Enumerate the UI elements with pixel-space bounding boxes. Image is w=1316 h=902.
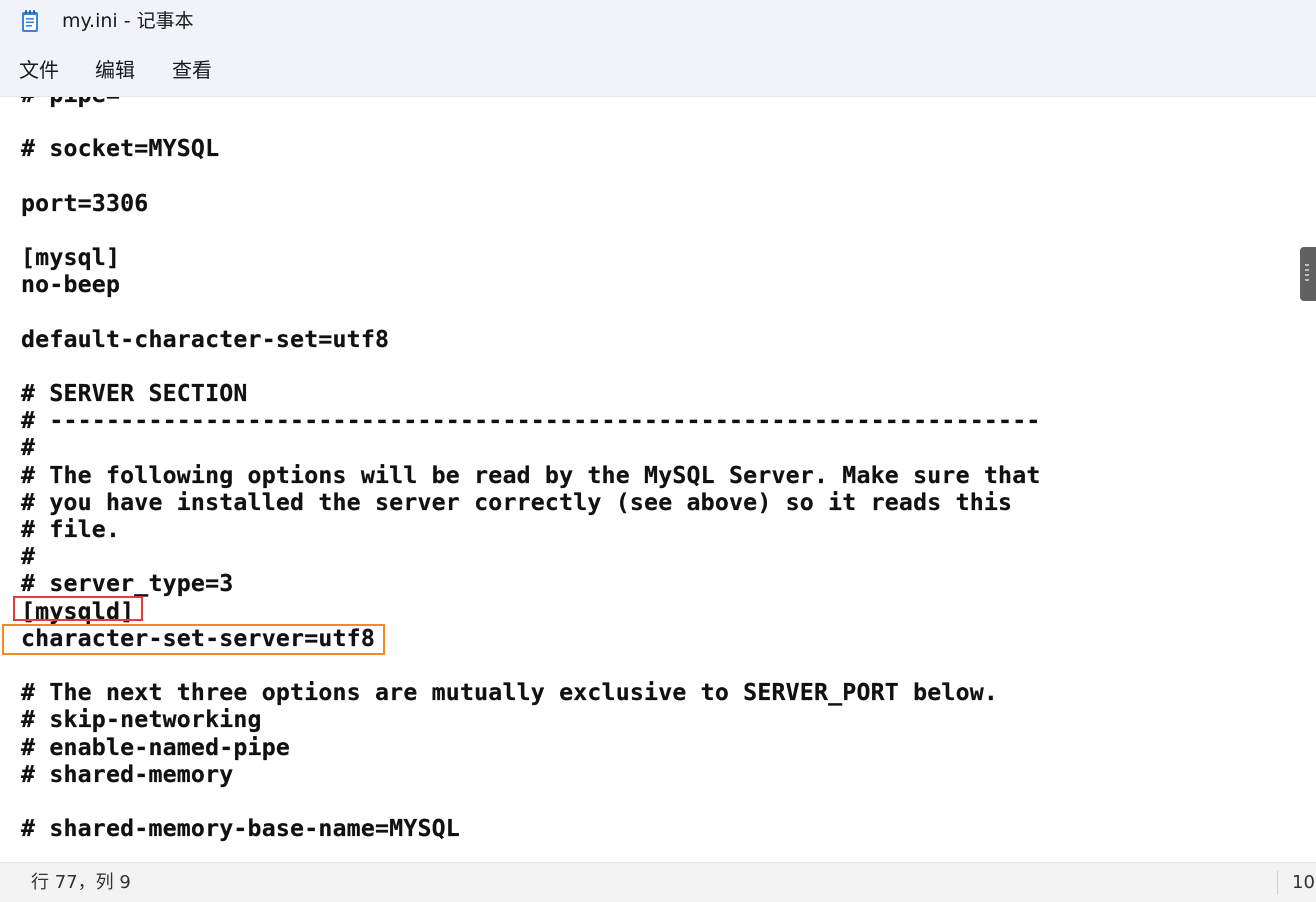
title-bar: my.ini - 记事本 <box>0 0 1316 44</box>
editor-content[interactable]: # pipe= # socket=MYSQL port=3306 [mysql]no-… <box>21 97 1041 842</box>
menu-view[interactable]: 查看 <box>172 56 212 84</box>
cursor-position: 行 77，列 9 <box>31 872 131 893</box>
editor-line: default-character-set=utf8 <box>21 325 390 353</box>
grip-mark <box>1305 274 1309 276</box>
editor-line: # you have installed the server correctl… <box>21 488 1013 516</box>
zoom-level[interactable]: 100 <box>1292 872 1316 894</box>
menu-file[interactable]: 文件 <box>19 56 59 84</box>
editor-line: # file. <box>21 516 121 543</box>
editor-line: # The next three options are mutually ex… <box>21 679 999 707</box>
editor-line: [mysql] <box>21 244 121 272</box>
status-bar: 行 77，列 9 100 <box>0 862 1316 902</box>
menu-edit[interactable]: 编辑 <box>95 56 135 84</box>
editor-line: no-beep <box>21 271 121 299</box>
editor-line: # skip-networking <box>21 706 262 734</box>
scrollbar-thumb[interactable] <box>1300 247 1316 301</box>
editor-line: # The following options will be read by … <box>21 461 1041 489</box>
editor-line-mysqld: [mysqld] <box>21 597 135 625</box>
editor-line: # <box>21 543 36 571</box>
menu-bar: 文件 编辑 查看 <box>0 44 1316 97</box>
window-title: my.ini - 记事本 <box>62 10 194 32</box>
editor-line: # server_type=3 <box>21 570 234 598</box>
text-editor[interactable]: # pipe= # socket=MYSQL port=3306 [mysql]no-… <box>0 97 1316 862</box>
editor-line: # shared-memory <box>21 760 234 788</box>
highlight-box-mysqld <box>13 596 143 621</box>
grip-mark <box>1305 264 1309 266</box>
editor-line: # enable-named-pipe <box>21 733 291 761</box>
editor-line: port=3306 <box>21 189 149 217</box>
editor-line: # socket=MYSQL <box>21 135 220 163</box>
highlight-box-charset <box>2 624 385 655</box>
notepad-icon <box>22 10 38 32</box>
editor-line: # shared-memory-base-name=MYSQL <box>21 815 460 843</box>
editor-line: # SERVER SECTION <box>21 380 248 408</box>
grip-mark <box>1305 269 1309 271</box>
editor-line: # pipe= <box>21 97 1041 108</box>
grip-mark <box>1305 279 1309 281</box>
status-divider <box>1277 871 1278 895</box>
editor-line: # <box>21 434 36 462</box>
editor-line: # --------------------------------------… <box>21 407 1041 435</box>
